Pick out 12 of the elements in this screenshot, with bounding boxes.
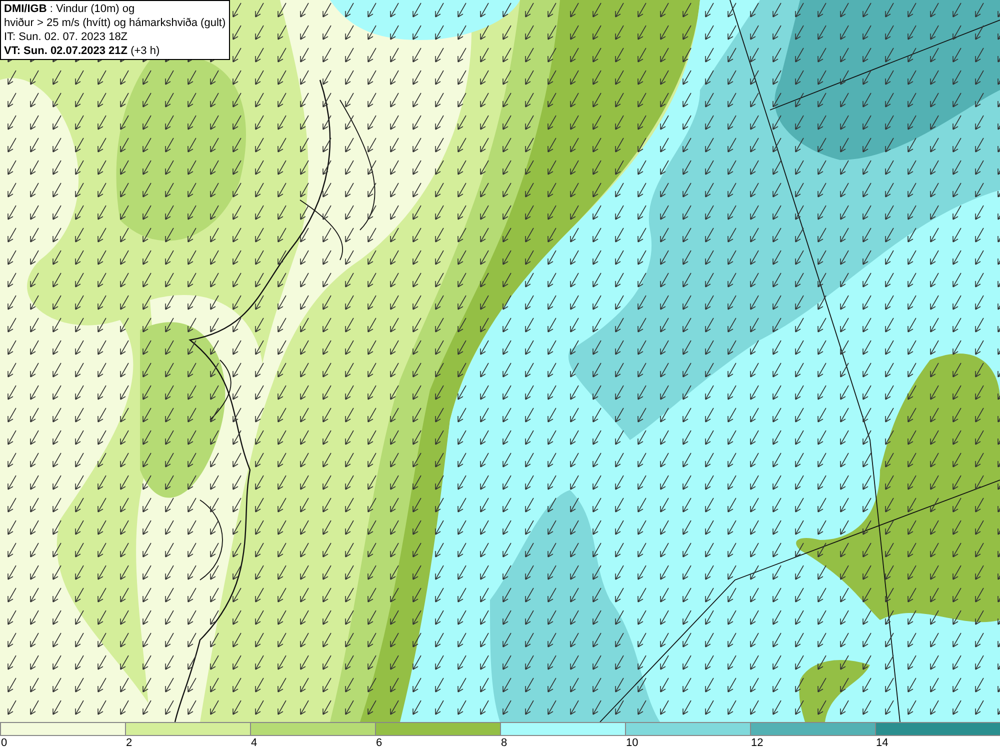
legend-label: 10 (625, 736, 638, 751)
title-line: DMI/IGB : Vindur (10m) og (4, 2, 136, 16)
legend-label: 12 (750, 736, 764, 751)
legend-label: 2 (125, 736, 132, 751)
legend-label: 0 (0, 736, 8, 751)
legend-label: 8 (500, 736, 508, 751)
legend-label: 6 (375, 736, 382, 751)
legend-label: 14 (875, 736, 888, 751)
title-line: IT: Sun. 02. 07. 2023 18Z (4, 30, 129, 44)
title-line: hviður > 25 m/s (hvítt) og hámarkshviða (gult) (4, 16, 226, 30)
legend-label: 4 (250, 736, 258, 751)
title-line: VT: Sun. 02.07.2023 21Z (+3 h) (4, 44, 161, 58)
